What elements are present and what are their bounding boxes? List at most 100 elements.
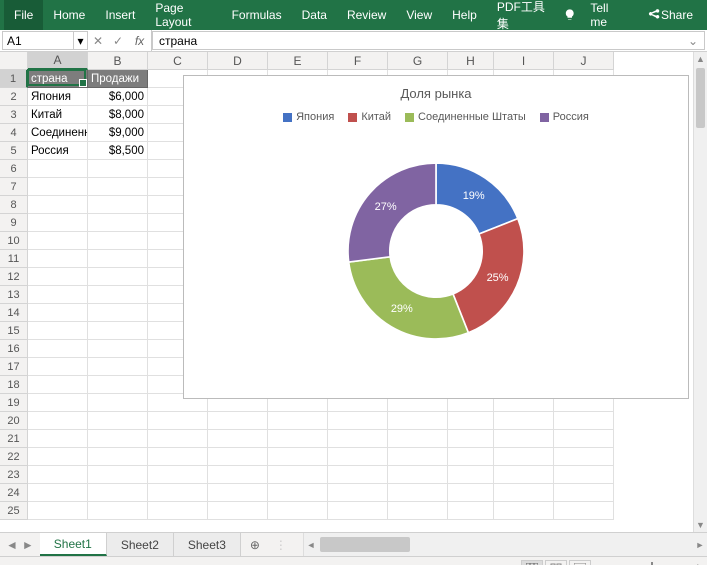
zoom-out-icon[interactable]: −	[600, 562, 606, 565]
sheet-next-icon[interactable]: ►	[22, 538, 34, 552]
share-button[interactable]: Share	[637, 0, 703, 30]
cell[interactable]	[268, 466, 328, 484]
cell[interactable]	[268, 412, 328, 430]
cell[interactable]	[148, 448, 208, 466]
cell[interactable]	[328, 502, 388, 520]
cell[interactable]	[28, 430, 88, 448]
ribbon-tab-home[interactable]: Home	[43, 0, 95, 30]
scroll-down-icon[interactable]: ▼	[694, 518, 707, 532]
cell[interactable]	[28, 412, 88, 430]
cell[interactable]	[88, 412, 148, 430]
cell[interactable]	[554, 502, 614, 520]
row-header[interactable]: 10	[0, 232, 28, 250]
cell[interactable]	[88, 286, 148, 304]
cell[interactable]	[28, 358, 88, 376]
cell[interactable]	[88, 484, 148, 502]
column-header[interactable]: H	[448, 52, 494, 70]
cell[interactable]: Япония	[28, 88, 88, 106]
ribbon-tab-pdf工具集[interactable]: PDF工具集	[487, 0, 557, 30]
cell[interactable]	[208, 430, 268, 448]
column-header[interactable]: D	[208, 52, 268, 70]
cell[interactable]	[448, 448, 494, 466]
view-page-layout-icon[interactable]	[545, 560, 567, 565]
cell[interactable]: Китай	[28, 106, 88, 124]
row-header[interactable]: 19	[0, 394, 28, 412]
fx-label[interactable]: fx	[128, 30, 152, 51]
cell[interactable]	[494, 412, 554, 430]
cell[interactable]	[448, 430, 494, 448]
column-header[interactable]: B	[88, 52, 148, 70]
cell[interactable]	[554, 484, 614, 502]
cell[interactable]	[208, 412, 268, 430]
column-header[interactable]: J	[554, 52, 614, 70]
cancel-icon[interactable]: ✕	[88, 34, 108, 48]
cell[interactable]	[268, 448, 328, 466]
cell[interactable]	[448, 412, 494, 430]
cell[interactable]: страна	[28, 70, 88, 88]
cell[interactable]	[448, 502, 494, 520]
view-page-break-icon[interactable]	[569, 560, 591, 565]
cell[interactable]	[328, 484, 388, 502]
column-header[interactable]: E	[268, 52, 328, 70]
cell[interactable]	[88, 466, 148, 484]
cell[interactable]	[28, 196, 88, 214]
cell[interactable]	[28, 286, 88, 304]
row-header[interactable]: 21	[0, 430, 28, 448]
chart[interactable]: Доля рынка ЯпонияКитайСоединенные ШтатыР…	[183, 75, 689, 399]
scroll-up-icon[interactable]: ▲	[694, 52, 707, 66]
cell[interactable]	[88, 394, 148, 412]
sheet-tab[interactable]: Sheet2	[107, 533, 174, 556]
sheet-tab[interactable]: Sheet1	[40, 533, 107, 556]
row-header[interactable]: 8	[0, 196, 28, 214]
view-normal-icon[interactable]	[521, 560, 543, 565]
row-header[interactable]: 13	[0, 286, 28, 304]
column-header[interactable]: F	[328, 52, 388, 70]
sheet-prev-icon[interactable]: ◄	[6, 538, 18, 552]
formula-expand-icon[interactable]: ⌄	[688, 34, 698, 48]
row-header[interactable]: 4	[0, 124, 28, 142]
cell[interactable]	[88, 340, 148, 358]
cell[interactable]	[494, 430, 554, 448]
cell[interactable]	[494, 448, 554, 466]
cell[interactable]	[28, 250, 88, 268]
ribbon-tab-formulas[interactable]: Formulas	[222, 0, 292, 30]
cell[interactable]	[328, 430, 388, 448]
cell[interactable]	[554, 412, 614, 430]
cell[interactable]	[208, 466, 268, 484]
cell[interactable]	[88, 196, 148, 214]
row-header[interactable]: 22	[0, 448, 28, 466]
cell[interactable]	[28, 376, 88, 394]
cell[interactable]	[88, 304, 148, 322]
cell[interactable]	[554, 448, 614, 466]
cell[interactable]	[388, 502, 448, 520]
cell[interactable]	[148, 484, 208, 502]
cell[interactable]	[494, 502, 554, 520]
cell[interactable]	[388, 448, 448, 466]
tellme[interactable]: Tell me	[580, 0, 637, 30]
cell[interactable]	[88, 502, 148, 520]
row-header[interactable]: 5	[0, 142, 28, 160]
hscroll-thumb[interactable]	[320, 537, 410, 552]
row-header[interactable]: 25	[0, 502, 28, 520]
cell[interactable]: $8,000	[88, 106, 148, 124]
row-header[interactable]: 18	[0, 376, 28, 394]
scroll-right-icon[interactable]: ►	[693, 533, 707, 556]
ribbon-tab-help[interactable]: Help	[442, 0, 487, 30]
row-header[interactable]: 9	[0, 214, 28, 232]
cell[interactable]	[448, 484, 494, 502]
cell[interactable]	[148, 430, 208, 448]
cell[interactable]	[88, 160, 148, 178]
row-header[interactable]: 20	[0, 412, 28, 430]
cell[interactable]	[494, 484, 554, 502]
cell[interactable]	[268, 484, 328, 502]
cell[interactable]	[148, 466, 208, 484]
cell[interactable]: $9,000	[88, 124, 148, 142]
cell[interactable]	[28, 466, 88, 484]
cell[interactable]	[388, 412, 448, 430]
cell[interactable]	[88, 232, 148, 250]
cell[interactable]	[28, 394, 88, 412]
column-header[interactable]: G	[388, 52, 448, 70]
ribbon-tab-file[interactable]: File	[4, 0, 43, 30]
horizontal-scrollbar[interactable]: ◄ ►	[303, 533, 707, 556]
cell[interactable]	[88, 268, 148, 286]
